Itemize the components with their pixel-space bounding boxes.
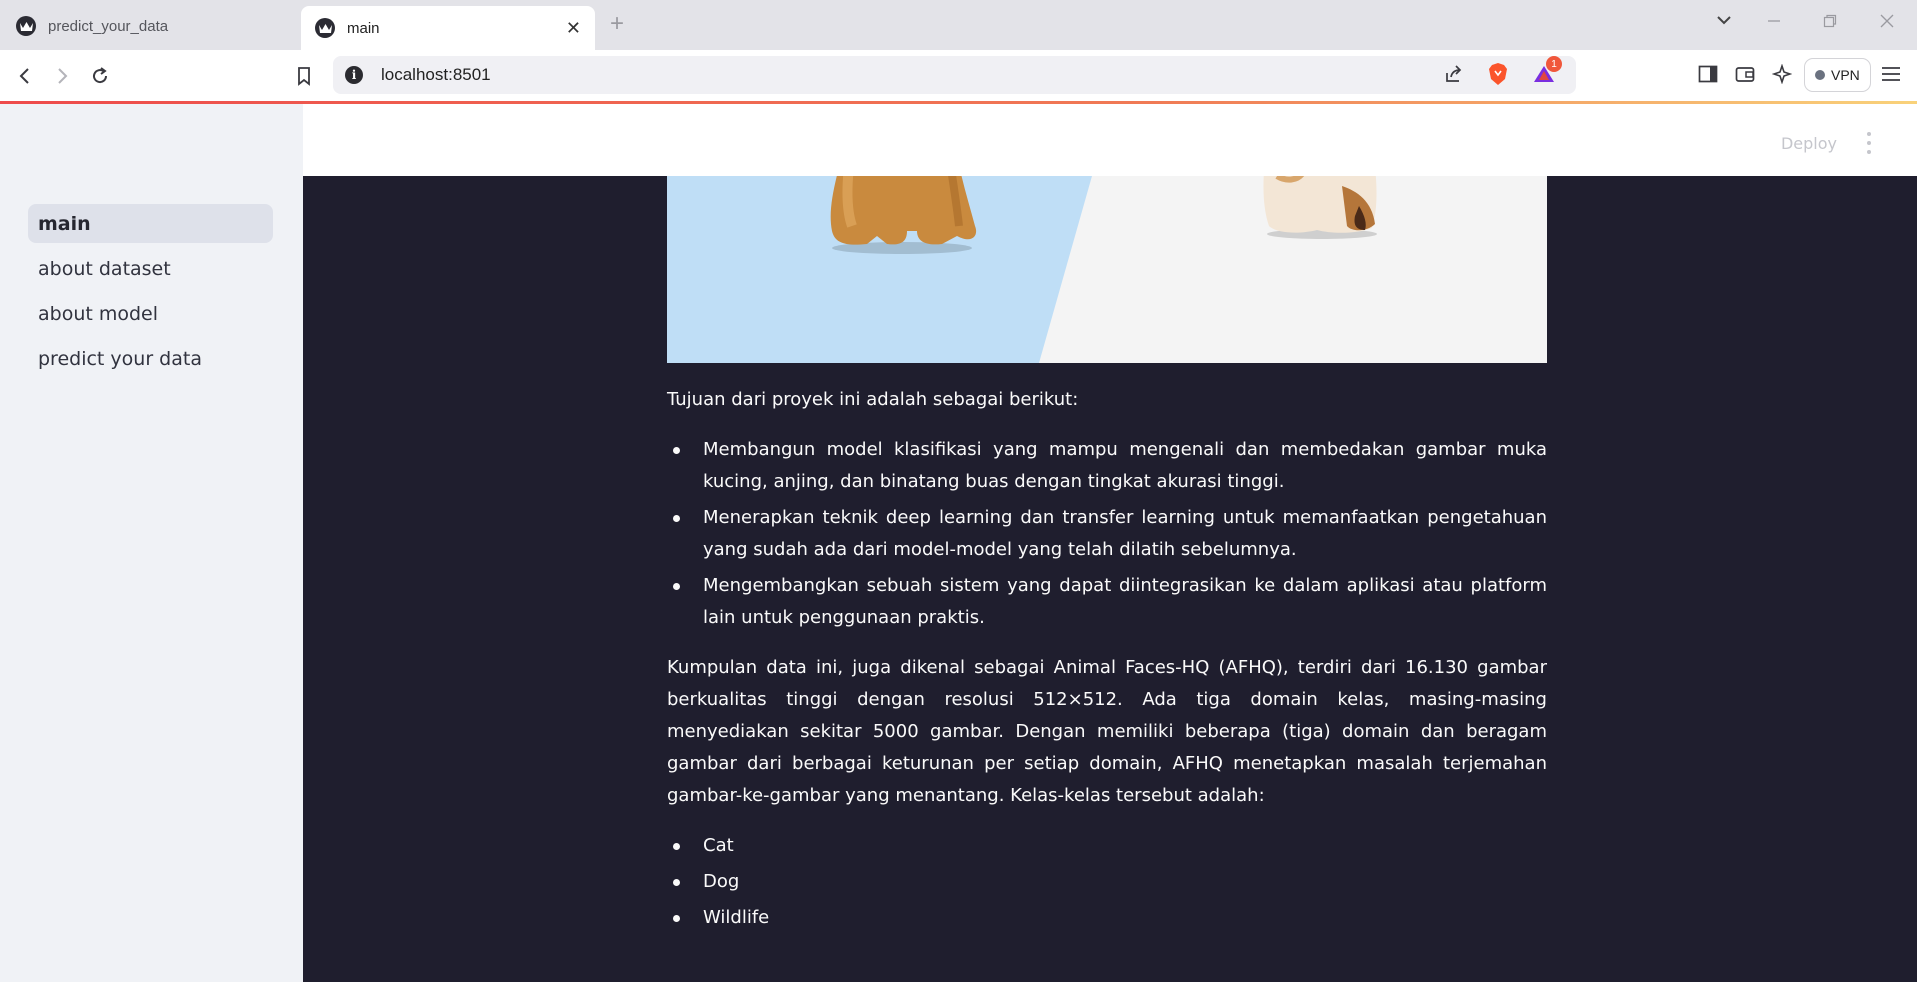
tab-list-chevron-icon[interactable]: [1716, 12, 1732, 33]
address-bar[interactable]: i localhost:8501: [333, 56, 1576, 94]
sidebar-item-about-model[interactable]: about model: [28, 294, 273, 333]
list-item: Dog: [667, 866, 1547, 898]
menu-hamburger-icon[interactable]: [1877, 60, 1905, 88]
tab-title: main: [347, 19, 380, 37]
content-body: Tujuan dari proyek ini adalah sebagai be…: [667, 384, 1547, 938]
app-header: Deploy: [303, 104, 1917, 176]
brave-rewards-icon[interactable]: 1: [1528, 56, 1562, 88]
site-info-icon[interactable]: i: [345, 66, 363, 84]
vpn-status-icon: [1815, 70, 1825, 80]
dataset-paragraph: Kumpulan data ini, juga dikenal sebagai …: [667, 657, 1547, 806]
streamlit-favicon-icon: [16, 16, 36, 36]
back-icon[interactable]: [11, 62, 39, 90]
sidebar-item-main[interactable]: main: [28, 204, 273, 243]
list-item: Membangun model klasifikasi yang mampu m…: [667, 434, 1547, 498]
bookmark-icon[interactable]: [290, 62, 318, 90]
close-tab-icon[interactable]: ✕: [566, 18, 581, 39]
sidebar-item-label: about dataset: [38, 257, 171, 280]
tab-main[interactable]: main ✕: [301, 6, 595, 50]
goals-intro: Tujuan dari proyek ini adalah sebagai be…: [667, 389, 1079, 410]
list-item: Menerapkan teknik deep learning dan tran…: [667, 502, 1547, 566]
close-window-icon[interactable]: [1880, 12, 1894, 33]
sidebar-item-label: main: [38, 212, 91, 235]
cat-image: [1263, 176, 1377, 239]
tab-predict-your-data[interactable]: predict_your_data: [2, 6, 298, 46]
notification-badge: 1: [1546, 56, 1562, 72]
restore-icon[interactable]: [1823, 12, 1837, 33]
main-menu-icon[interactable]: [1867, 132, 1873, 154]
minimize-icon[interactable]: [1767, 12, 1781, 33]
main-content: Tujuan dari proyek ini adalah sebagai be…: [303, 176, 1917, 982]
share-icon[interactable]: [1440, 60, 1468, 88]
browser-toolbar: i localhost:8501 1 VPN: [0, 50, 1917, 102]
sidebar-item-label: about model: [38, 302, 159, 325]
tab-title: predict_your_data: [48, 17, 169, 35]
list-item: Wildlife: [667, 902, 1547, 934]
vpn-label: VPN: [1831, 67, 1860, 83]
sidebar: main about dataset about model predict y…: [0, 104, 303, 982]
deploy-button[interactable]: Deploy: [1781, 134, 1837, 153]
leo-ai-icon[interactable]: [1768, 60, 1796, 88]
url-text: localhost:8501: [381, 65, 491, 84]
sidebar-item-predict-your-data[interactable]: predict your data: [28, 339, 273, 378]
browser-tab-bar: predict_your_data main ✕ +: [0, 0, 1917, 50]
reload-icon[interactable]: [86, 62, 114, 90]
dog-image: [830, 176, 976, 254]
brave-shields-icon[interactable]: [1484, 60, 1512, 88]
new-tab-icon[interactable]: +: [610, 10, 624, 38]
sidebar-item-label: predict your data: [38, 347, 202, 370]
hero-image: [667, 176, 1547, 363]
vpn-button[interactable]: VPN: [1804, 58, 1871, 92]
list-item: Cat: [667, 830, 1547, 862]
goals-list: Membangun model klasifikasi yang mampu m…: [667, 434, 1547, 634]
forward-icon[interactable]: [48, 62, 76, 90]
wallet-icon[interactable]: [1731, 60, 1759, 88]
list-item: Mengembangkan sebuah sistem yang dapat d…: [667, 570, 1547, 634]
sidebar-item-about-dataset[interactable]: about dataset: [28, 249, 273, 288]
classes-list: Cat Dog Wildlife: [667, 830, 1547, 934]
streamlit-favicon-icon: [315, 18, 335, 38]
sidebar-toggle-icon[interactable]: [1694, 60, 1722, 88]
hero-blue-panel: [667, 176, 1092, 363]
